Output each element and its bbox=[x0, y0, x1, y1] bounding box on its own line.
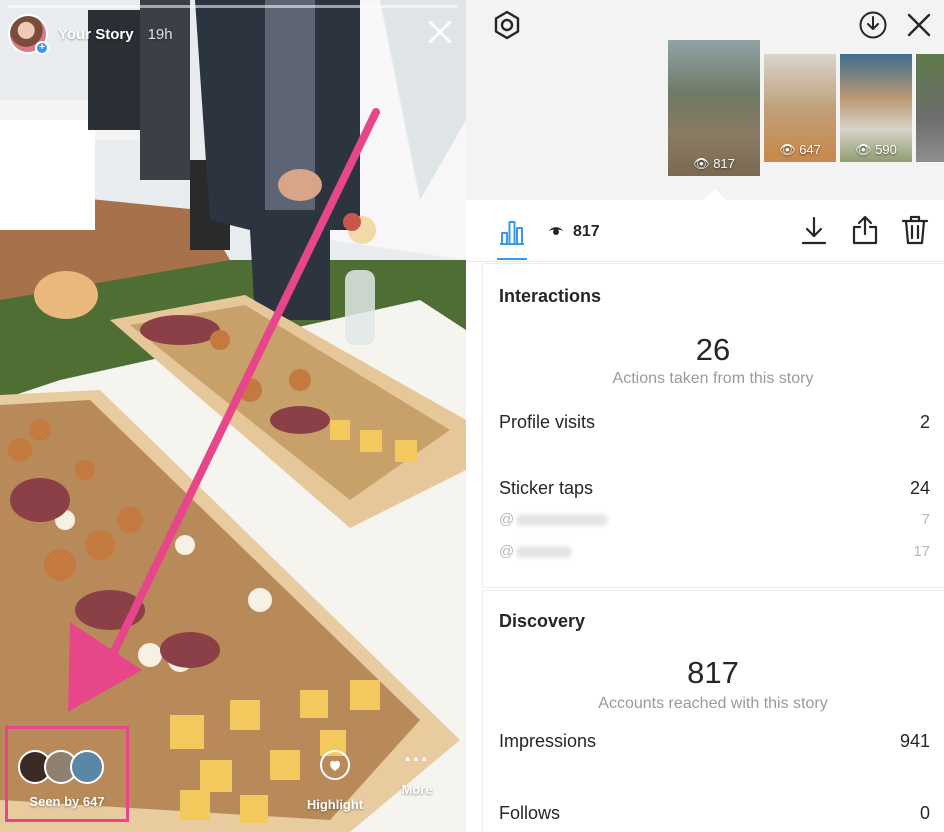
story-time: 19h bbox=[147, 25, 173, 43]
sticker-mention-value: 7 bbox=[921, 511, 930, 528]
thumbnail-views: 👁 590 bbox=[855, 142, 897, 157]
impressions-label: Impressions bbox=[499, 731, 597, 751]
story-viewer: + Your Story 19h Seen by 647 Highlight ·… bbox=[0, 0, 466, 832]
eye-icon bbox=[549, 227, 563, 235]
viewer-avatar bbox=[70, 750, 104, 784]
interactions-title: Interactions bbox=[499, 286, 602, 306]
close-icon[interactable] bbox=[906, 12, 932, 38]
story-thumbnail[interactable] bbox=[916, 54, 944, 162]
seen-by-label[interactable]: Seen by 647 bbox=[8, 794, 126, 809]
blurred-username bbox=[516, 514, 609, 527]
reach-label: Accounts reached with this story bbox=[598, 695, 828, 712]
story-thumbnail[interactable]: 👁 817 bbox=[668, 40, 760, 176]
trash-icon[interactable] bbox=[901, 214, 929, 246]
selected-thumbnail-pointer bbox=[704, 189, 726, 200]
profile-visits-label: Profile visits bbox=[499, 412, 596, 432]
heart-icon bbox=[320, 750, 350, 780]
close-icon[interactable] bbox=[426, 18, 454, 46]
follows-label: Follows bbox=[499, 803, 561, 823]
story-header: + Your Story 19h bbox=[8, 14, 173, 55]
highlight-label: Highlight bbox=[306, 797, 364, 812]
story-thumbnails-area: 👁 817 👁 647 👁 590 bbox=[466, 0, 944, 200]
follows-value: 0 bbox=[919, 803, 930, 823]
story-photo bbox=[0, 0, 466, 832]
interactions-total-label: Actions taken from this story bbox=[612, 370, 814, 387]
share-icon[interactable] bbox=[850, 214, 880, 246]
profile-avatar[interactable]: + bbox=[8, 14, 49, 55]
highlight-button[interactable]: Highlight bbox=[300, 750, 370, 812]
profile-visits-value: 2 bbox=[919, 412, 930, 432]
reach-total: 817 bbox=[687, 655, 739, 690]
story-thumbnail[interactable]: 👁 590 bbox=[840, 54, 912, 162]
blurred-username bbox=[516, 546, 573, 559]
story-thumbnail[interactable]: 👁 647 bbox=[764, 54, 836, 162]
sticker-mention-item[interactable]: @ bbox=[499, 511, 609, 528]
impressions-value: 941 bbox=[899, 731, 930, 751]
thumbnail-views: 👁 817 bbox=[693, 156, 735, 171]
insights-toolbar: 817 bbox=[466, 200, 944, 262]
more-button[interactable]: ··· More bbox=[392, 747, 442, 798]
add-icon: + bbox=[35, 41, 49, 55]
gear-icon[interactable] bbox=[492, 10, 522, 40]
interactions-total: 26 bbox=[695, 332, 731, 367]
sticker-mention-value: 17 bbox=[913, 543, 930, 560]
chart-icon[interactable] bbox=[497, 217, 527, 247]
sticker-taps-label: Sticker taps bbox=[499, 478, 594, 498]
insights-panel: 👁 817 👁 647 👁 590 817 Interactions 26 Ac… bbox=[466, 0, 944, 832]
discovery-card: Discovery 817 Accounts reached with this… bbox=[482, 590, 944, 832]
interactions-card: Interactions 26 Actions taken from this … bbox=[482, 263, 944, 588]
viewer-avatars[interactable] bbox=[18, 750, 118, 788]
thumbnail-views: 👁 647 bbox=[779, 142, 821, 157]
story-progress-bar bbox=[8, 5, 458, 8]
sticker-mention-item[interactable]: @ bbox=[499, 543, 573, 560]
story-title: Your Story bbox=[58, 25, 134, 43]
discovery-title: Discovery bbox=[499, 611, 586, 631]
sticker-taps-value: 24 bbox=[909, 478, 930, 498]
more-icon: ··· bbox=[404, 747, 430, 772]
views-count: 817 bbox=[573, 223, 600, 240]
more-label: More bbox=[401, 782, 433, 797]
active-tab-indicator bbox=[497, 258, 527, 260]
download-circle-icon[interactable] bbox=[858, 10, 888, 40]
download-icon[interactable] bbox=[800, 216, 828, 246]
